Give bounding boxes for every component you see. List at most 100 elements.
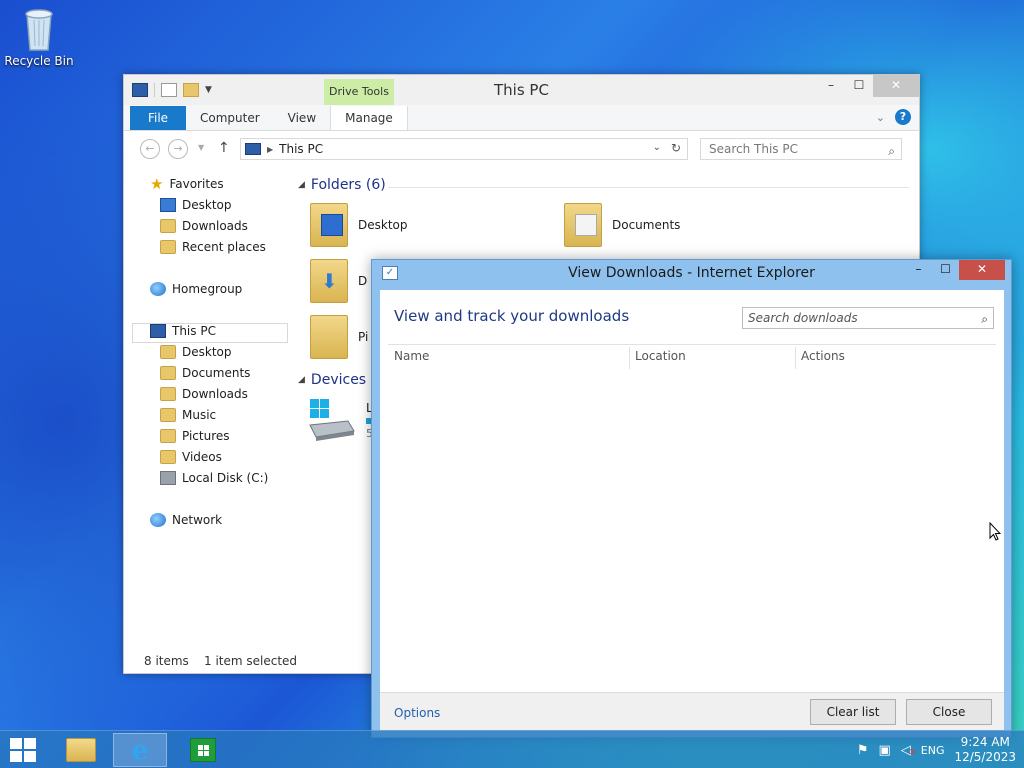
internet-explorer-icon: e: [131, 736, 149, 766]
explorer-titlebar: ▼ Drive Tools This PC – ☐ ✕: [124, 75, 919, 105]
tile-documents[interactable]: Documents: [564, 203, 680, 247]
nav-favorites[interactable]: ★ Favorites: [150, 175, 224, 193]
group-folders[interactable]: ◢ Folders (6): [298, 177, 386, 193]
clear-list-button[interactable]: Clear list: [810, 699, 896, 725]
tab-manage[interactable]: Manage: [330, 106, 408, 130]
action-center-flag-icon[interactable]: ⚑: [857, 743, 869, 758]
folder-icon: [160, 366, 176, 380]
expand-ribbon-icon[interactable]: ⌄: [876, 111, 885, 124]
nav-this-pc[interactable]: This PC: [150, 324, 216, 338]
nav-this-pc-music[interactable]: Music: [160, 408, 216, 422]
column-header-location[interactable]: Location: [635, 349, 686, 363]
group-title: Devices a: [310, 372, 380, 388]
nav-this-pc-videos[interactable]: Videos: [160, 450, 222, 464]
address-text: This PC: [279, 142, 324, 156]
status-item-count: 8 items: [144, 654, 189, 668]
minimize-button[interactable]: –: [905, 260, 932, 280]
ribbon-right-controls: ⌄ ?: [876, 109, 911, 125]
taskbar-internet-explorer[interactable]: e: [113, 733, 167, 767]
close-button[interactable]: ✕: [959, 260, 1005, 280]
navigation-pane: ★ Favorites Desktop Downloads Recent pla…: [124, 167, 294, 637]
nav-this-pc-documents[interactable]: Documents: [160, 366, 250, 380]
dialog-body: View and track your downloads Search dow…: [380, 290, 1004, 692]
address-box[interactable]: ▶ This PC ⌄ ↻: [240, 138, 688, 160]
group-devices[interactable]: ◢ Devices a: [298, 372, 379, 388]
clock-date: 12/5/2023: [954, 750, 1016, 764]
tile-local-disk[interactable]: Lo 50: [308, 399, 380, 441]
start-button[interactable]: [10, 738, 38, 762]
column-divider: [795, 347, 796, 369]
maximize-button[interactable]: ☐: [932, 260, 959, 280]
forward-button[interactable]: →: [168, 139, 188, 159]
close-button[interactable]: ✕: [873, 75, 919, 97]
breadcrumb-separator-icon[interactable]: ▶: [267, 145, 273, 154]
nav-this-pc-pictures[interactable]: Pictures: [160, 429, 230, 443]
refresh-icon[interactable]: ↻: [671, 141, 681, 155]
this-pc-icon: [150, 324, 166, 338]
search-icon[interactable]: ⌕: [981, 309, 988, 329]
taskbar: e ⚑ ▣ ◁ ✕ ENG 9:24 AM 12/5/2023: [0, 730, 1024, 768]
search-placeholder: Search downloads: [748, 311, 858, 325]
column-divider: [629, 347, 630, 369]
network-icon: [150, 513, 166, 527]
tab-view[interactable]: View: [274, 106, 330, 130]
minimize-button[interactable]: –: [817, 75, 845, 97]
nav-label: Downloads: [182, 387, 248, 401]
column-header-actions[interactable]: Actions: [801, 349, 845, 363]
view-downloads-dialog: ✓ View Downloads - Internet Explorer – ☐…: [371, 259, 1012, 738]
recent-locations-icon[interactable]: ▼: [198, 143, 204, 152]
nav-favorites-downloads[interactable]: Downloads: [160, 219, 248, 233]
collapse-icon: ◢: [298, 375, 305, 385]
nav-label: Desktop: [182, 345, 232, 359]
nav-recent-places[interactable]: Recent places: [160, 240, 266, 254]
tile-desktop[interactable]: Desktop: [310, 203, 408, 247]
folder-icon: [160, 450, 176, 464]
search-input[interactable]: Search This PC ⌕: [700, 138, 902, 160]
folder-icon: [160, 408, 176, 422]
homegroup-icon: [150, 282, 166, 296]
address-dropdown-icon[interactable]: ⌄: [653, 142, 661, 153]
star-icon: ★: [150, 175, 164, 193]
clock-time: 9:24 AM: [960, 735, 1010, 749]
nav-network[interactable]: Network: [150, 513, 222, 527]
recycle-bin[interactable]: Recycle Bin: [4, 6, 74, 68]
nav-local-disk[interactable]: Local Disk (C:): [160, 471, 268, 485]
mouse-cursor-icon: [989, 522, 1001, 541]
tile-pictures[interactable]: Pi: [310, 315, 368, 359]
column-header-name[interactable]: Name: [394, 349, 429, 363]
nav-this-pc-desktop[interactable]: Desktop: [160, 345, 232, 359]
tab-computer[interactable]: Computer: [186, 106, 274, 130]
recent-places-icon: [160, 240, 176, 254]
up-arrow-icon[interactable]: ↑: [218, 140, 230, 156]
tile-downloads[interactable]: ⬇ D: [310, 259, 367, 303]
language-indicator[interactable]: ENG: [921, 744, 945, 757]
close-dialog-button[interactable]: Close: [906, 699, 992, 725]
maximize-button[interactable]: ☐: [845, 75, 873, 97]
nav-label: Videos: [182, 450, 222, 464]
clock[interactable]: 9:24 AM 12/5/2023: [954, 735, 1016, 765]
tile-label: Desktop: [358, 218, 408, 232]
options-link[interactable]: Options: [394, 706, 440, 720]
header-divider: [388, 344, 996, 345]
back-button[interactable]: ←: [140, 139, 160, 159]
nav-label: Desktop: [182, 198, 232, 212]
help-icon[interactable]: ?: [895, 109, 911, 125]
network-icon[interactable]: ▣: [878, 743, 890, 758]
nav-label: Downloads: [182, 219, 248, 233]
recycle-bin-icon: [25, 9, 53, 51]
downloads-folder-icon: ⬇: [310, 259, 348, 303]
store-icon: [190, 738, 216, 762]
tile-label: Pi: [358, 330, 369, 344]
taskbar-store[interactable]: [176, 733, 230, 767]
local-disk-icon: [160, 471, 176, 485]
search-downloads-input[interactable]: Search downloads ⌕: [742, 307, 994, 329]
volume-muted-icon[interactable]: ◁ ✕: [901, 743, 917, 758]
nav-this-pc-downloads[interactable]: Downloads: [160, 387, 248, 401]
search-icon[interactable]: ⌕: [888, 141, 895, 161]
nav-homegroup[interactable]: Homegroup: [150, 282, 242, 296]
nav-favorites-desktop[interactable]: Desktop: [160, 198, 232, 212]
tab-file[interactable]: File: [130, 106, 186, 130]
taskbar-file-explorer[interactable]: [54, 733, 108, 767]
dialog-heading: View and track your downloads: [394, 307, 630, 325]
local-disk-icon: [309, 399, 355, 441]
